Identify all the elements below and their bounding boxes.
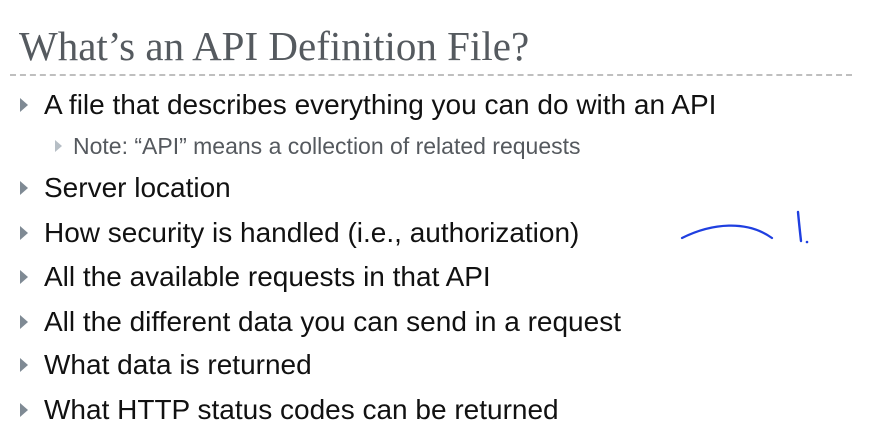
bullet-item: A file that describes everything you can…	[0, 85, 877, 125]
ink-annotation	[680, 210, 809, 244]
bullet-text: Server location	[44, 172, 231, 203]
bullet-item: All the different data you can send in a…	[0, 302, 877, 342]
bullet-arrow-icon	[20, 315, 28, 329]
bullet-text: A file that describes everything you can…	[44, 89, 717, 120]
sub-bullet-item: Note: “API” means a collection of relate…	[0, 130, 877, 162]
bullet-text: All the different data you can send in a…	[44, 306, 621, 337]
bullet-arrow-icon	[20, 270, 28, 284]
bullet-text: What HTTP status codes can be returned	[44, 394, 559, 425]
sub-bullet-arrow-icon	[55, 140, 62, 152]
bullet-arrow-icon	[20, 403, 28, 417]
bullet-item: What HTTP status codes can be returned	[0, 390, 877, 430]
bullet-text: What data is returned	[44, 349, 312, 380]
slide-title: What’s an API Definition File?	[19, 23, 530, 69]
bullet-arrow-icon	[20, 98, 28, 112]
bullet-item: Server location	[0, 168, 877, 208]
bullet-item: All the available requests in that API	[0, 257, 877, 297]
bullet-arrow-icon	[20, 181, 28, 195]
bullet-arrow-icon	[20, 358, 28, 372]
slide: What’s an API Definition File? A file th…	[0, 0, 877, 431]
bullet-arrow-icon	[20, 226, 28, 240]
bullet-text: How security is handled (i.e., authoriza…	[44, 217, 580, 248]
bullet-text: All the available requests in that API	[44, 261, 491, 292]
ink-stroke-curve	[680, 224, 774, 240]
ink-stroke-vertical	[796, 210, 803, 243]
sub-bullet-text: Note: “API” means a collection of relate…	[73, 133, 581, 159]
ink-dot	[805, 240, 809, 244]
title-divider	[10, 74, 852, 76]
bullet-item: What data is returned	[0, 345, 877, 385]
